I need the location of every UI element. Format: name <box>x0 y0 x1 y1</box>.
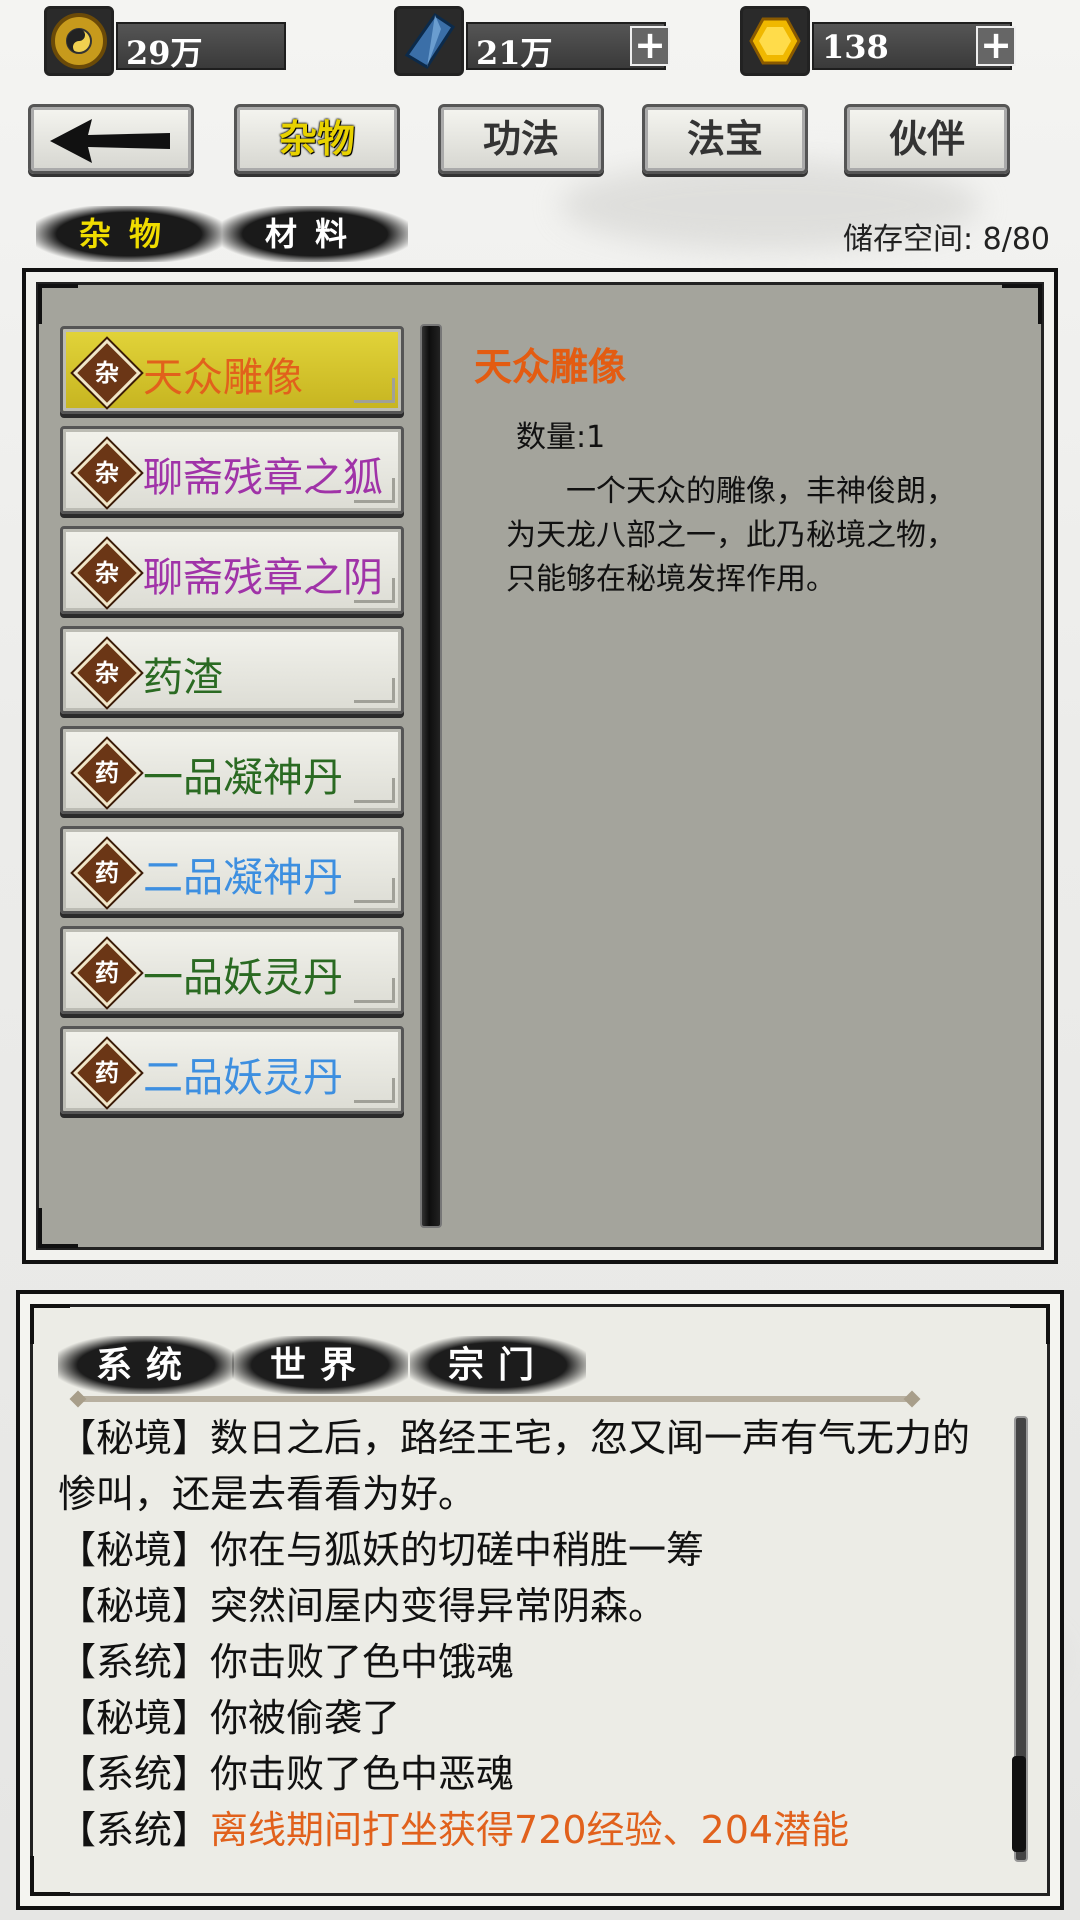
corner-deco <box>354 478 395 503</box>
item-slot[interactable]: 药 二品凝神丹 <box>60 826 404 914</box>
item-slot[interactable]: 药 二品妖灵丹 <box>60 1026 404 1114</box>
item-type-badge: 药 <box>73 939 141 1007</box>
chat-tab-world[interactable]: 世界 <box>232 1336 408 1394</box>
resource-gold: 138 + <box>740 6 1022 76</box>
item-slot[interactable]: 杂 药渣 <box>60 626 404 714</box>
item-type-badge: 药 <box>73 839 141 907</box>
item-name: 药渣 <box>143 655 223 701</box>
tab-treasures[interactable]: 法宝 <box>642 104 808 174</box>
resource-crystal: 21万 + <box>394 6 676 76</box>
subtab-misc[interactable]: 杂物 <box>36 206 222 262</box>
item-type-badge: 杂 <box>73 439 141 507</box>
item-name: 二品妖灵丹 <box>143 1055 343 1101</box>
tab-companions[interactable]: 伙伴 <box>844 104 1010 174</box>
item-type-badge: 药 <box>73 739 141 807</box>
chat-message: 【系统】离线期间打坐获得720经验、204潜能 <box>58 1808 850 1852</box>
chat-scrollbar-thumb[interactable] <box>1012 1756 1026 1852</box>
item-name: 二品凝神丹 <box>143 855 343 901</box>
subtab-materials[interactable]: 材料 <box>222 206 408 262</box>
item-slot[interactable]: 药 一品妖灵丹 <box>60 926 404 1014</box>
panel-corner-ornament <box>38 284 78 324</box>
item-detail-quantity: 数量:1 <box>516 420 606 455</box>
corner-deco <box>354 1078 395 1103</box>
panel-corner-ornament <box>30 1856 70 1896</box>
coin-value: 29万 <box>126 34 203 72</box>
item-name: 一品妖灵丹 <box>143 955 343 1001</box>
add-gold-button[interactable]: + <box>976 26 1016 66</box>
corner-deco <box>354 778 395 803</box>
chat-message: 【秘境】突然间屋内变得异常阴森。 <box>58 1584 667 1628</box>
chat-tab-system[interactable]: 系统 <box>58 1336 234 1394</box>
tab-misc[interactable]: 杂物 <box>234 104 400 174</box>
chat-message: 【系统】你击败了色中饿魂 <box>58 1640 515 1684</box>
item-type-badge: 杂 <box>73 639 141 707</box>
item-slot[interactable]: 药 一品凝神丹 <box>60 726 404 814</box>
panel-corner-ornament <box>1010 1304 1050 1344</box>
gold-gem-icon <box>740 6 810 76</box>
corner-deco <box>354 678 395 703</box>
panel-corner-ornament <box>38 1208 78 1248</box>
storage-capacity: 储存空间: 8/80 <box>842 222 1050 257</box>
corner-deco <box>354 978 395 1003</box>
chat-message: 【系统】你击败了色中恶魂 <box>58 1752 515 1796</box>
chat-log: 【秘境】数日之后，路经王宅，忽又闻一声有气无力的惨叫，还是去看看为好。 【秘境】… <box>58 1410 988 1858</box>
resource-coins: 29万 <box>44 6 286 76</box>
add-crystal-button[interactable]: + <box>630 26 670 66</box>
item-detail-description: 一个天众的雕像，丰神俊朗，为天龙八部之一，此乃秘境之物，只能够在秘境发挥作用。 <box>506 474 956 597</box>
corner-deco <box>354 578 395 603</box>
chat-message: 【秘境】你在与狐妖的切磋中稍胜一筹 <box>58 1528 705 1572</box>
chat-divider <box>76 1396 918 1402</box>
gold-value: 138 <box>822 28 889 66</box>
panel-corner-ornament <box>1002 284 1042 324</box>
item-slot[interactable]: 杂 天众雕像 <box>60 326 404 414</box>
item-name: 聊斋残章之阴 <box>143 555 383 601</box>
item-type-badge: 药 <box>73 1039 141 1107</box>
item-slot[interactable]: 杂 聊斋残章之阴 <box>60 526 404 614</box>
list-scrollbar[interactable] <box>420 324 442 1228</box>
item-type-badge: 杂 <box>73 539 141 607</box>
yin-yang-coin-icon <box>44 6 114 76</box>
tab-skills[interactable]: 功法 <box>438 104 604 174</box>
chat-message: 【秘境】数日之后，路经王宅，忽又闻一声有气无力的惨叫，还是去看看为好。 <box>58 1416 971 1516</box>
crystal-value: 21万 <box>476 34 553 72</box>
blue-crystal-icon <box>394 6 464 76</box>
item-name: 天众雕像 <box>143 355 303 401</box>
chat-tab-sect[interactable]: 宗门 <box>410 1336 586 1394</box>
back-button[interactable] <box>28 104 194 174</box>
corner-deco <box>354 878 395 903</box>
item-type-badge: 杂 <box>73 339 141 407</box>
corner-deco <box>354 378 395 403</box>
item-slot[interactable]: 杂 聊斋残章之狐 <box>60 426 404 514</box>
back-arrow-icon <box>50 119 170 163</box>
item-name: 一品凝神丹 <box>143 755 343 801</box>
item-name: 聊斋残章之狐 <box>143 455 383 501</box>
item-detail-title: 天众雕像 <box>474 344 627 389</box>
chat-message: 【秘境】你被偷袭了 <box>58 1696 401 1740</box>
